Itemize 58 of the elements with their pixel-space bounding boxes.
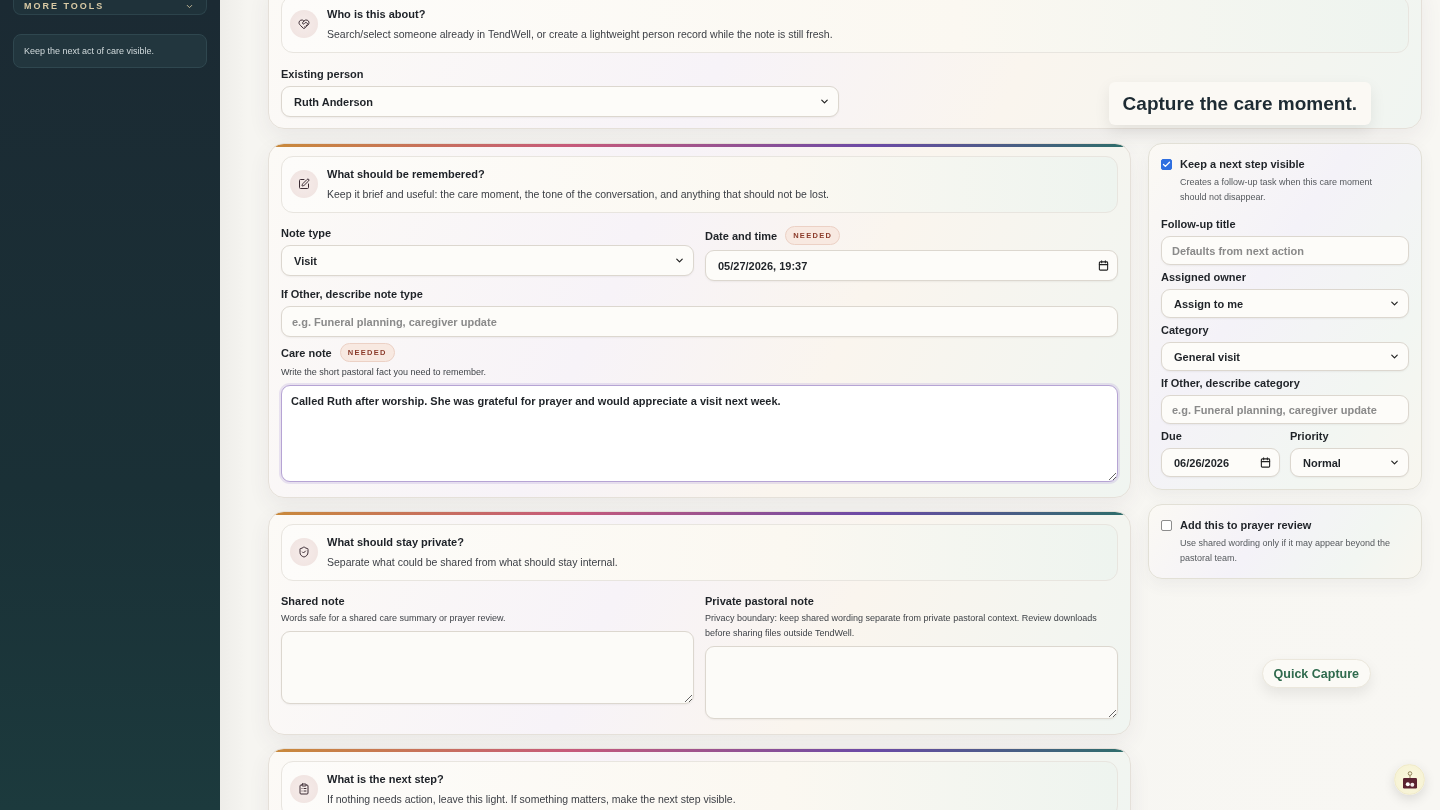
text-input[interactable]: Defaults from next action <box>1161 236 1409 265</box>
section-description: Keep it brief and useful: the care moment, the tone of the conversation, and anything that should not be lost. <box>327 187 829 201</box>
field-label: Note type <box>281 226 332 240</box>
edit-icon <box>290 170 318 198</box>
calendar-icon <box>1098 260 1109 271</box>
dropdown[interactable]: Visit <box>281 245 694 276</box>
field-label: Priority <box>1290 429 1329 443</box>
text-area[interactable]: Called Ruth after worship. She was grateful for prayer and would appreciate a visit next week. <box>281 385 1118 482</box>
quick-capture-button[interactable]: Quick Capture <box>1261 659 1371 688</box>
section-title: What is the next step? <box>327 772 445 786</box>
clipboard-icon <box>290 775 318 803</box>
dropdown[interactable]: General visit <box>1161 342 1409 371</box>
field-label: Follow-up title <box>1161 217 1236 231</box>
chevron-down-icon <box>819 96 830 107</box>
field-label: Category <box>1161 323 1209 337</box>
chevron-down-icon <box>1389 351 1400 362</box>
checkbox-label: Add this to prayer review <box>1180 518 1313 532</box>
field-hint: Words safe for a shared care summary or prayer review. <box>281 612 507 625</box>
checkbox[interactable] <box>1161 159 1172 170</box>
checkbox-description: Use shared wording only if it may appear beyond the pastoral team. <box>1180 537 1392 565</box>
chevron-down-icon <box>1389 298 1400 309</box>
chevron-down-icon <box>185 2 194 11</box>
field-label: Date and time <box>705 228 778 243</box>
dropdown[interactable]: Normal <box>1290 448 1409 477</box>
datetime-field[interactable]: 05/27/2026, 19:37 <box>705 250 1118 281</box>
section-title: What should be remembered? <box>327 167 486 181</box>
field-hint: Write the short pastoral fact you need to remember. <box>281 366 487 379</box>
chevron-down-icon <box>674 255 685 266</box>
field-label: Private pastoral note <box>705 594 814 608</box>
text-input[interactable]: e.g. Funeral planning, caregiver update <box>281 306 1118 337</box>
dropdown[interactable]: Ruth Anderson <box>281 86 839 117</box>
checkbox-label: Keep a next step visible <box>1180 157 1306 171</box>
section-description: Search/select someone already in TendWell, or create a lightweight person record while the note is still fresh. <box>327 27 833 41</box>
field-label: Due <box>1161 429 1182 443</box>
field-label: Assigned owner <box>1161 270 1246 284</box>
field-label: If Other, describe note type <box>281 287 423 301</box>
heart-handshake-icon <box>290 10 318 38</box>
calendar-icon <box>1260 457 1271 468</box>
section-title: What should stay private? <box>327 535 465 549</box>
section-description: Separate what could be shared from what should stay internal. <box>327 555 618 569</box>
section-title: Who is this about? <box>327 7 427 21</box>
shield-icon <box>290 538 318 566</box>
checkbox[interactable] <box>1161 520 1172 531</box>
tagline: Capture the care moment. <box>1108 82 1371 125</box>
field-hint: Privacy boundary: keep shared wording separate from private pastoral context. Review downloads before sharing files outside TendWell. <box>705 612 1098 640</box>
field-label: Care note <box>281 345 332 360</box>
field-label: If Other, describe category <box>1161 376 1300 390</box>
field-label: Shared note <box>281 594 345 608</box>
more-tools-button[interactable]: MORE TOOLS <box>13 0 207 15</box>
dropdown[interactable]: Assign to me <box>1161 289 1409 318</box>
checkbox-description: Creates a follow-up task when this care moment should not disappear. <box>1180 176 1374 204</box>
field-label: Existing person <box>281 67 364 81</box>
date-field[interactable]: 06/26/2026 <box>1161 448 1280 477</box>
sidebar-note: Keep the next act of care visible. <box>13 34 207 68</box>
section-description: If nothing needs action, leave this light. If something matters, make the next step visible. <box>327 792 736 806</box>
text-input[interactable]: e.g. Funeral planning, caregiver update <box>1161 395 1409 424</box>
chevron-down-icon <box>1389 457 1400 468</box>
signboard-icon <box>1401 770 1418 789</box>
